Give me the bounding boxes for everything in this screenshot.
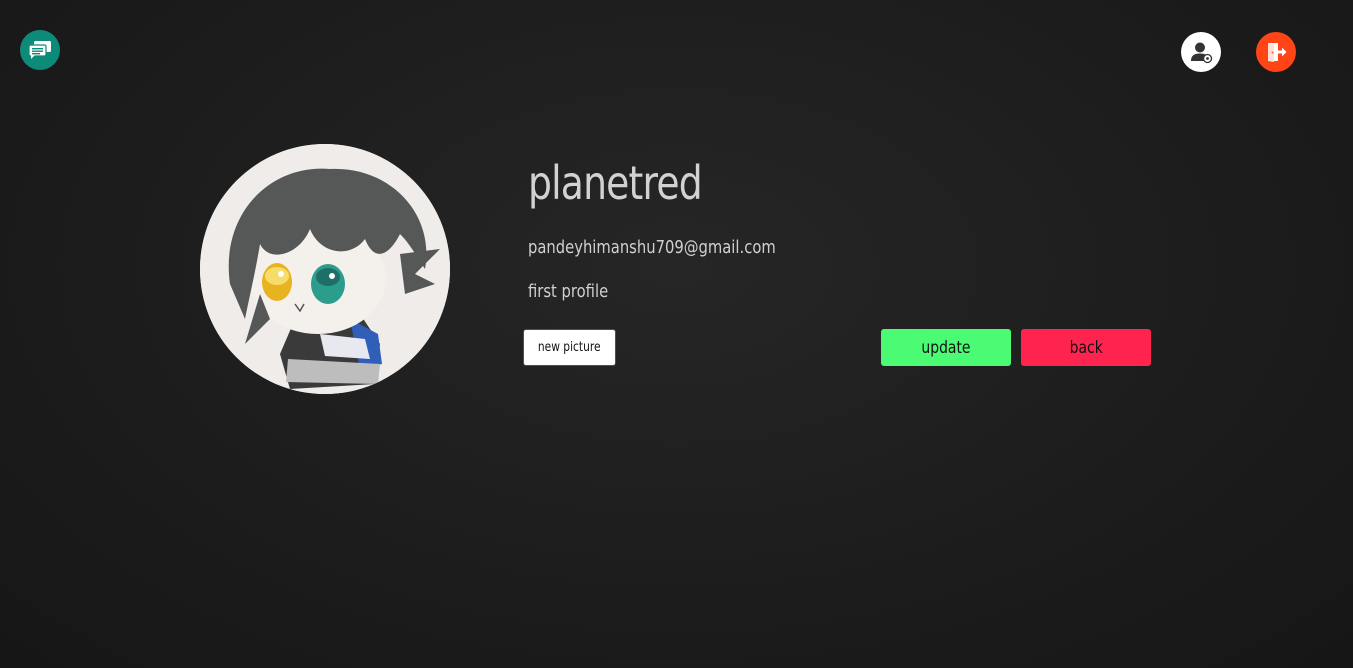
- new-picture-button[interactable]: new picture: [523, 329, 616, 366]
- new-picture-label: new picture: [538, 340, 601, 355]
- user-view-icon: [1191, 42, 1213, 64]
- profile-view-button[interactable]: [1181, 32, 1221, 72]
- back-label: back: [1069, 337, 1103, 358]
- logout-icon: [1268, 43, 1287, 62]
- chat-button[interactable]: [20, 30, 60, 70]
- profile-avatar: [200, 144, 450, 394]
- logout-button[interactable]: [1256, 32, 1296, 72]
- update-label: update: [921, 337, 971, 358]
- update-button[interactable]: update: [881, 329, 1011, 366]
- chat-bubbles-icon: [28, 41, 51, 59]
- anime-character-avatar-image: [200, 144, 450, 394]
- profile-username: planetred: [528, 156, 703, 210]
- back-button[interactable]: back: [1021, 329, 1151, 366]
- profile-email: pandeyhimanshu709@gmail.com: [528, 237, 776, 258]
- profile-bio: first profile: [528, 281, 609, 302]
